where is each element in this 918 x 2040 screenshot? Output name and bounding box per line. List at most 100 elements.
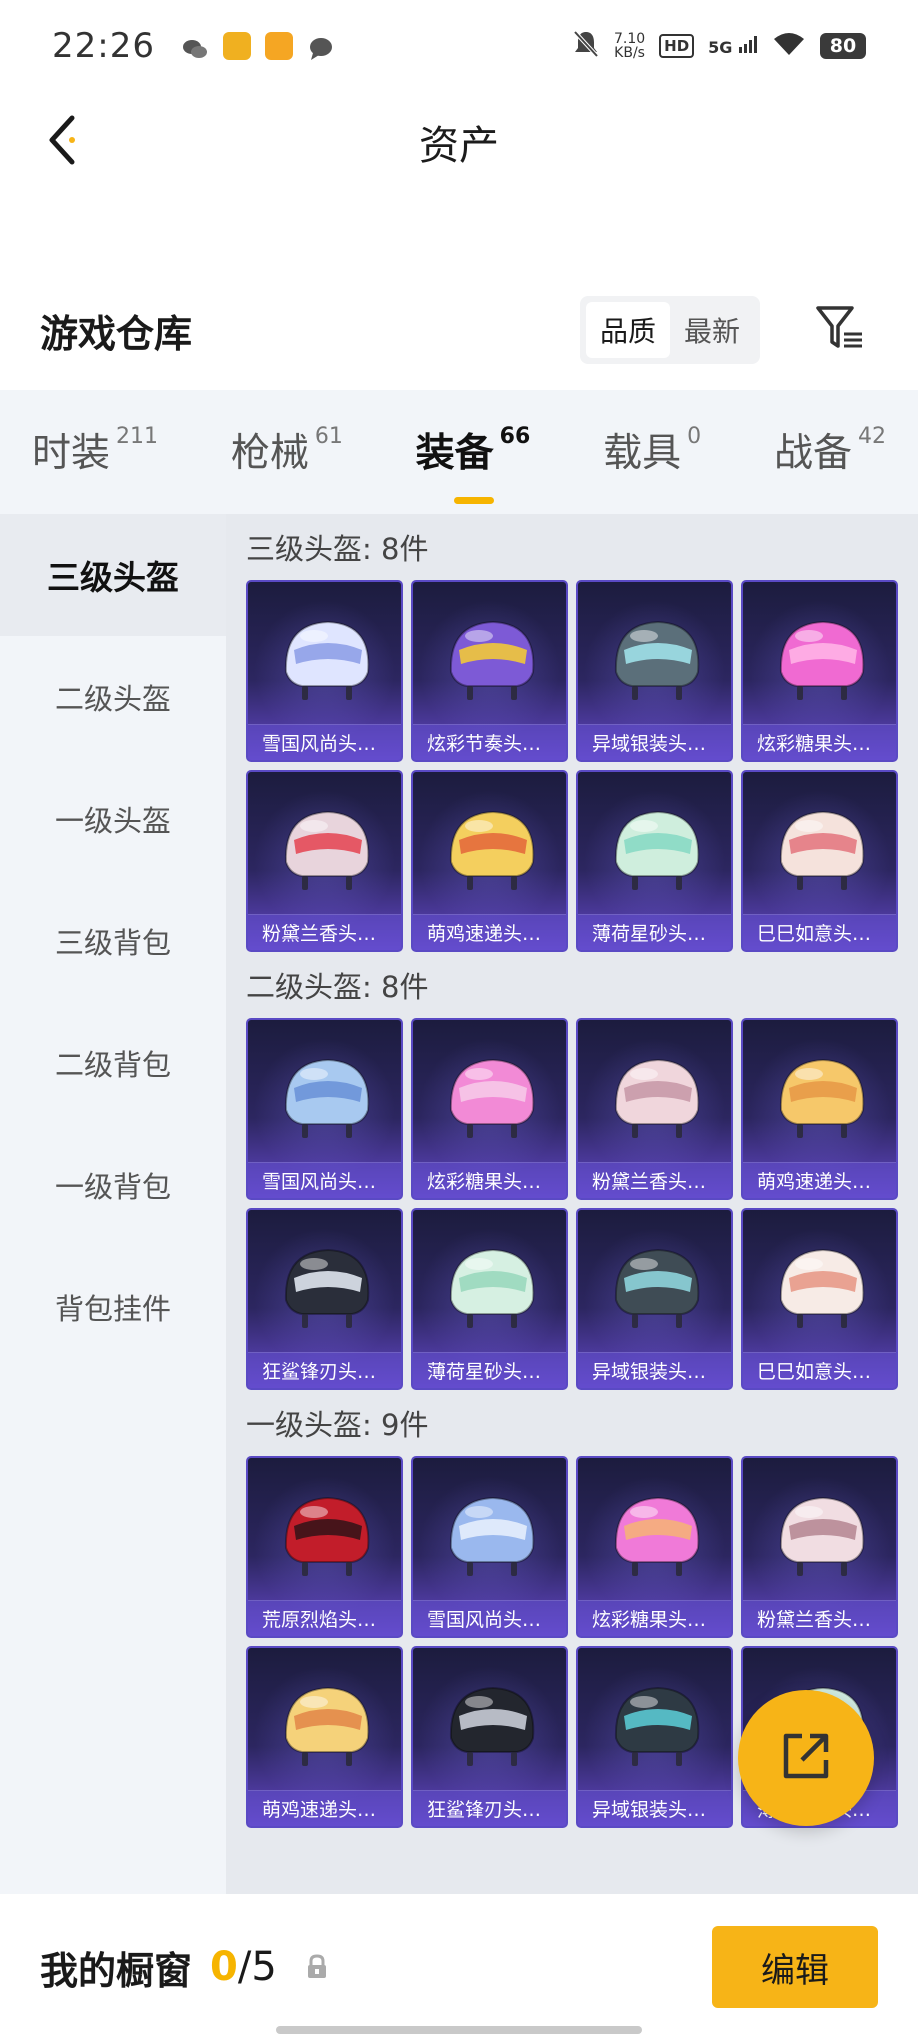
item-grid: 雪国风尚头… 炫彩糖果头… 粉黛兰香头… 萌鸡速递头… 狂鲨锋刃头… 薄荷星砂头… 异域银装… xyxy=(246,1018,918,1390)
item-card[interactable]: 异域银装头… xyxy=(576,580,733,762)
item-card[interactable]: 炫彩节奏头… xyxy=(411,580,568,762)
helmet-icon xyxy=(413,1666,566,1786)
side-item-level2-backpack[interactable]: 二级背包 xyxy=(0,1002,226,1124)
warehouse-title: 游戏仓库 xyxy=(40,311,193,356)
item-card[interactable]: 炫彩糖果头… xyxy=(411,1018,568,1200)
helmet-icon xyxy=(413,1476,566,1596)
showcase-bar: 我的橱窗 0 / 5 编辑 xyxy=(0,1894,918,2040)
side-item-level2-helmet[interactable]: 二级头盔 xyxy=(0,636,226,758)
tab-equipment[interactable]: 装备 66 xyxy=(416,422,530,504)
helmet-icon xyxy=(413,790,566,910)
item-name: 雪国风尚头… xyxy=(248,724,401,760)
filter-button[interactable] xyxy=(808,298,872,362)
side-item-backpack-pendant[interactable]: 背包挂件 xyxy=(0,1246,226,1368)
showcase-count: 0 / 5 xyxy=(210,1944,277,1990)
item-card[interactable]: 粉黛兰香头… xyxy=(576,1018,733,1200)
helmet-icon xyxy=(743,1038,896,1158)
wechat-icon xyxy=(181,32,209,60)
item-name: 炫彩糖果头… xyxy=(413,1162,566,1198)
item-name: 粉黛兰香头… xyxy=(248,914,401,950)
message-icon xyxy=(307,32,335,60)
item-card[interactable]: 狂鲨锋刃头… xyxy=(246,1208,403,1390)
item-card[interactable]: 粉黛兰香头… xyxy=(246,770,403,952)
item-name: 雪国风尚头… xyxy=(413,1600,566,1636)
item-card[interactable]: 雪国风尚头… xyxy=(246,1018,403,1200)
item-name: 炫彩糖果头… xyxy=(743,724,896,760)
home-indicator[interactable] xyxy=(276,2026,642,2034)
hd-badge: HD xyxy=(659,34,695,58)
warehouse-header: 游戏仓库 品质 最新 xyxy=(0,280,918,380)
section-title: 三级头盔: 8件 xyxy=(246,532,429,566)
helmet-icon xyxy=(578,600,731,720)
item-name: 薄荷星砂头… xyxy=(578,914,731,950)
item-card[interactable]: 炫彩糖果头… xyxy=(741,580,898,762)
item-name: 炫彩糖果头… xyxy=(578,1600,731,1636)
side-item-level3-backpack[interactable]: 三级背包 xyxy=(0,880,226,1002)
helmet-icon xyxy=(578,1038,731,1158)
helmet-icon xyxy=(248,1476,401,1596)
net-speed: 7.10 KB/s xyxy=(613,31,646,61)
lock-icon xyxy=(305,1954,329,1980)
item-card[interactable]: 萌鸡速递头… xyxy=(411,770,568,952)
active-tab-indicator xyxy=(453,497,494,504)
share-external-icon xyxy=(776,1726,836,1790)
item-name: 狂鲨锋刃头… xyxy=(248,1352,401,1388)
item-card[interactable]: 异域银装头… xyxy=(576,1208,733,1390)
item-grid: 雪国风尚头… 炫彩节奏头… 异域银装头… 炫彩糖果头… 粉黛兰香头… 萌鸡速递头… 薄荷星砂… xyxy=(246,580,918,952)
helmet-icon xyxy=(743,1228,896,1348)
side-item-level3-helmet[interactable]: 三级头盔 xyxy=(0,514,226,636)
item-card[interactable]: 狂鲨锋刃头… xyxy=(411,1646,568,1828)
side-item-level1-helmet[interactable]: 一级头盔 xyxy=(0,758,226,880)
item-card[interactable]: 粉黛兰香头… xyxy=(741,1456,898,1638)
item-name: 巳巳如意头… xyxy=(743,914,896,950)
item-name: 薄荷星砂头… xyxy=(413,1352,566,1388)
game-app-icon xyxy=(264,32,293,60)
helmet-icon xyxy=(413,1038,566,1158)
tab-battle-prep[interactable]: 战备 42 xyxy=(774,422,886,482)
item-name: 萌鸡速递头… xyxy=(413,914,566,950)
tab-fashion[interactable]: 时装 211 xyxy=(32,422,158,482)
signal-5g-icon: 5G xyxy=(708,35,758,57)
side-item-level1-backpack[interactable]: 一级背包 xyxy=(0,1124,226,1246)
item-card[interactable]: 异域银装头… xyxy=(576,1646,733,1828)
item-name: 狂鲨锋刃头… xyxy=(413,1790,566,1826)
item-card[interactable]: 萌鸡速递头… xyxy=(246,1646,403,1828)
sort-by-quality-button[interactable]: 品质 xyxy=(585,302,670,358)
item-card[interactable]: 薄荷星砂头… xyxy=(576,770,733,952)
item-card[interactable]: 炫彩糖果头… xyxy=(576,1456,733,1638)
item-card[interactable]: 雪国风尚头… xyxy=(246,580,403,762)
sort-toggle: 品质 最新 xyxy=(579,296,760,364)
edit-button[interactable]: 编辑 xyxy=(712,1926,878,2008)
helmet-icon xyxy=(248,790,401,910)
item-card[interactable]: 薄荷星砂头… xyxy=(411,1208,568,1390)
sort-by-newest-button[interactable]: 最新 xyxy=(670,302,754,358)
item-name: 萌鸡速递头… xyxy=(743,1162,896,1198)
mute-bell-icon xyxy=(572,29,600,64)
item-name: 异域银装头… xyxy=(578,1790,731,1826)
item-name: 粉黛兰香头… xyxy=(578,1162,731,1198)
item-card[interactable]: 雪国风尚头… xyxy=(411,1456,568,1638)
showcase-label: 我的橱窗 xyxy=(40,1948,193,1993)
back-chevron-icon xyxy=(42,112,82,172)
item-card[interactable]: 巳巳如意头… xyxy=(741,1208,898,1390)
item-card[interactable]: 荒原烈焰头… xyxy=(246,1456,403,1638)
helmet-icon xyxy=(578,790,731,910)
back-button[interactable] xyxy=(30,110,94,174)
content-area: 三级头盔 二级头盔 一级头盔 三级背包 二级背包 一级背包 背包挂件 三级头盔:… xyxy=(0,514,918,1894)
page-title: 资产 xyxy=(419,123,499,169)
helmet-icon xyxy=(413,1228,566,1348)
item-card[interactable]: 萌鸡速递头… xyxy=(741,1018,898,1200)
share-fab-button[interactable] xyxy=(738,1690,874,1826)
item-name: 雪国风尚头… xyxy=(248,1162,401,1198)
battery-indicator: 80 xyxy=(820,33,866,59)
item-name: 异域银装头… xyxy=(578,1352,731,1388)
helmet-icon xyxy=(578,1476,731,1596)
tab-vehicles[interactable]: 载具 0 xyxy=(603,422,701,482)
category-tabs: 时装 211 枪械 61 装备 66 载具 0 战备 42 xyxy=(0,390,918,514)
tab-firearms[interactable]: 枪械 61 xyxy=(231,422,343,482)
helmet-icon xyxy=(578,1228,731,1348)
item-card[interactable]: 巳巳如意头… xyxy=(741,770,898,952)
item-grid-area: 三级头盔: 8件 雪国风尚头… 炫彩节奏头… 异域银装头… 炫彩糖果头… 粉黛兰香头… 萌鸡… xyxy=(226,514,918,1894)
helmet-icon xyxy=(248,1038,401,1158)
filter-icon xyxy=(814,304,866,356)
